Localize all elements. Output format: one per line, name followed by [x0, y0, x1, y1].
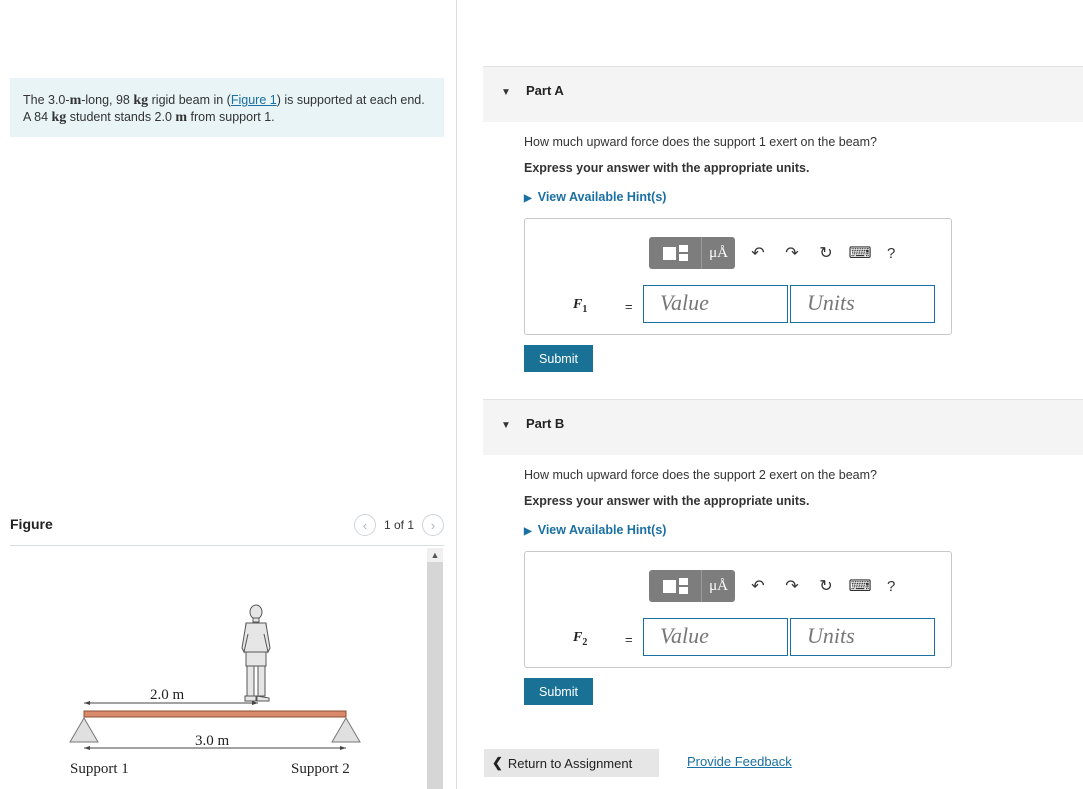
- figure-pager: ‹ 1 of 1 ›: [353, 514, 444, 536]
- value-input[interactable]: Value: [643, 618, 788, 656]
- keyboard-icon[interactable]: ⌨: [848, 575, 871, 597]
- reset-icon[interactable]: ↻: [815, 242, 837, 264]
- student-figure: [241, 604, 271, 702]
- caret-up-icon: ▲: [430, 550, 440, 560]
- figure-scrollbar[interactable]: [427, 548, 443, 789]
- help-button[interactable]: ?: [887, 245, 895, 262]
- template-button[interactable]: [649, 570, 701, 602]
- part-b-header[interactable]: ▼ Part B: [483, 399, 1083, 455]
- label-2m: 2.0 m: [150, 687, 185, 703]
- part-b-hint-link[interactable]: ▶ View Available Hint(s): [524, 523, 666, 537]
- part-a-question: How much upward force does the support 1…: [524, 135, 877, 149]
- hint-label: View Available Hint(s): [537, 190, 667, 204]
- part-a-submit-button[interactable]: Submit: [524, 345, 593, 372]
- problem-text-segment: from support 1.: [187, 110, 275, 124]
- fraction-icon: [678, 578, 688, 594]
- part-a-header[interactable]: ▼ Part A: [483, 66, 1083, 122]
- unit-symbol: m: [69, 93, 82, 108]
- part-b-label: Part B: [526, 416, 565, 431]
- variable-label: F2: [573, 630, 588, 648]
- part-a-answer-box: μÅ ↶ ↷ ↻ ⌨ ? F1 = Value Units: [524, 218, 952, 335]
- units-input[interactable]: Units: [790, 618, 935, 656]
- equals-sign: =: [625, 299, 633, 314]
- unit-symbol: kg: [51, 110, 67, 125]
- reset-icon[interactable]: ↻: [815, 575, 837, 597]
- figure-title: Figure: [10, 516, 53, 532]
- part-a-label: Part A: [526, 83, 564, 98]
- part-b-answer-box: μÅ ↶ ↷ ↻ ⌨ ? F2 = Value Units: [524, 551, 952, 668]
- label-support-2: Support 2: [291, 761, 350, 777]
- fraction-icon: [678, 245, 688, 261]
- chevron-right-icon: ›: [430, 517, 436, 533]
- problem-text-segment: -long, 98: [81, 93, 134, 107]
- caret-right-icon: ▶: [524, 193, 532, 204]
- problem-text-segment: student stands 2.0: [66, 110, 176, 124]
- square-template-icon: [662, 579, 676, 593]
- redo-icon[interactable]: ↷: [781, 575, 803, 597]
- math-toolbar: μÅ ↶ ↷ ↻ ⌨ ?: [649, 570, 895, 602]
- problem-text-segment: The 3.0-: [23, 93, 70, 107]
- units-button[interactable]: μÅ: [701, 570, 735, 602]
- arrow-left-icon: [84, 701, 90, 705]
- help-button[interactable]: ?: [887, 578, 895, 595]
- arrow-left-icon: [84, 746, 90, 750]
- figure-image: 2.0 m 3.0 m Support 1 Support 2: [10, 548, 426, 789]
- arrow-right-icon: [340, 746, 346, 750]
- chevron-left-icon: ❮: [492, 755, 503, 770]
- unit-symbol: kg: [133, 93, 149, 108]
- undo-icon[interactable]: ↶: [747, 242, 769, 264]
- problem-pane: The 3.0-m-long, 98 kg rigid beam in (Fig…: [0, 0, 457, 789]
- part-b-submit-button[interactable]: Submit: [524, 678, 593, 705]
- parts-pane: ▼ Part A How much upward force does the …: [458, 0, 1083, 789]
- collapse-triangle-icon: ▼: [501, 87, 511, 98]
- label-support-1: Support 1: [70, 761, 129, 777]
- undo-icon[interactable]: ↶: [747, 575, 769, 597]
- scroll-up-button[interactable]: ▲: [427, 548, 443, 562]
- units-button[interactable]: μÅ: [701, 237, 735, 269]
- support-2-triangle: [331, 717, 361, 743]
- square-template-icon: [662, 246, 676, 260]
- unit-symbol: m: [175, 110, 188, 125]
- part-b-instruction: Express your answer with the appropriate…: [524, 494, 810, 508]
- problem-text-segment: rigid beam in (: [148, 93, 231, 107]
- support-1-triangle: [69, 717, 99, 743]
- units-input[interactable]: Units: [790, 285, 935, 323]
- variable-label: F1: [573, 297, 588, 315]
- value-input[interactable]: Value: [643, 285, 788, 323]
- return-to-assignment-button[interactable]: ❮ Return to Assignment: [484, 749, 659, 777]
- collapse-triangle-icon: ▼: [501, 420, 511, 431]
- part-b-question: How much upward force does the support 2…: [524, 468, 877, 482]
- figure-header: Figure ‹ 1 of 1 ›: [10, 512, 444, 546]
- template-button[interactable]: [649, 237, 701, 269]
- part-a-instruction: Express your answer with the appropriate…: [524, 161, 810, 175]
- math-toolbar: μÅ ↶ ↷ ↻ ⌨ ?: [649, 237, 895, 269]
- figure-link[interactable]: Figure 1: [231, 93, 277, 107]
- keyboard-icon[interactable]: ⌨: [848, 242, 871, 264]
- problem-statement: The 3.0-m-long, 98 kg rigid beam in (Fig…: [10, 78, 444, 137]
- part-a-hint-link[interactable]: ▶ View Available Hint(s): [524, 190, 666, 204]
- next-figure-button[interactable]: ›: [422, 514, 444, 536]
- redo-icon[interactable]: ↷: [781, 242, 803, 264]
- return-label: Return to Assignment: [507, 755, 633, 771]
- label-3m: 3.0 m: [195, 733, 230, 749]
- hint-label: View Available Hint(s): [537, 523, 667, 537]
- chevron-left-icon: ‹: [362, 517, 368, 533]
- prev-figure-button[interactable]: ‹: [353, 514, 376, 536]
- equals-sign: =: [625, 632, 633, 647]
- beam: [83, 710, 347, 718]
- beam-diagram: 2.0 m 3.0 m Support 1 Support 2: [69, 604, 361, 777]
- pager-text: 1 of 1: [383, 518, 414, 532]
- provide-feedback-link[interactable]: Provide Feedback: [687, 754, 792, 769]
- arrow-right-icon: [252, 701, 258, 705]
- caret-right-icon: ▶: [524, 526, 532, 537]
